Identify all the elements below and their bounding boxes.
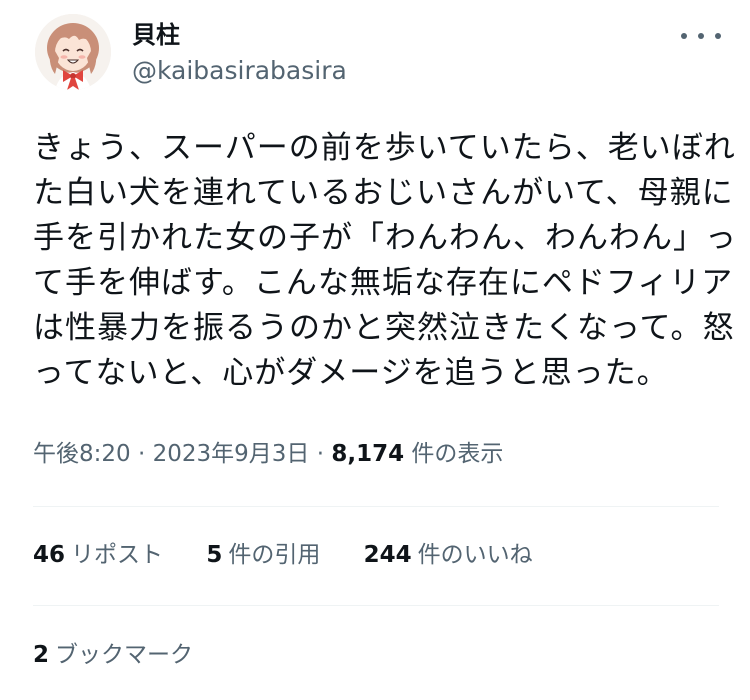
- dot: [698, 33, 704, 39]
- user-handle[interactable]: @kaibasirabasira: [132, 56, 347, 86]
- meta-separator: ·: [316, 441, 325, 467]
- divider: [33, 506, 719, 507]
- user-meta: 貝柱 @kaibasirabasira: [132, 20, 347, 86]
- tweet-text-line: は性暴力を振るうのかと突然泣きたくなって。怒: [33, 310, 735, 346]
- tweet-text: きょう、スーパーの前を歩いていたら、老いぼれ た白い犬を連れているおじいさんがい…: [33, 126, 737, 396]
- avatar[interactable]: [35, 14, 111, 90]
- views-label: 件の表示: [411, 441, 504, 467]
- quotes-count: 5: [206, 542, 223, 568]
- dot: [715, 33, 721, 39]
- tweet-date[interactable]: 2023年9月3日: [153, 441, 310, 467]
- divider: [33, 605, 719, 606]
- likes-count: 244: [363, 542, 412, 568]
- tweet-text-line: た白い犬を連れているおじいさんがいて、母親に: [33, 175, 734, 211]
- anime-girl-avatar-icon: [35, 14, 111, 90]
- views-count: 8,174: [331, 441, 405, 467]
- quotes-label: 件の引用: [228, 542, 321, 568]
- tweet-text-line: 手を引かれた女の子が「わんわん、わんわん」っ: [33, 220, 737, 256]
- tweet-text-line: きょう、スーパーの前を歩いていたら、老いぼれ: [33, 130, 736, 166]
- tweet-detail: 貝柱 @kaibasirabasira きょう、スーパーの前を歩いていたら、老い…: [0, 0, 750, 700]
- likes-stat[interactable]: 244 件のいいね: [364, 538, 533, 572]
- bookmarks-label: ブックマーク: [55, 642, 194, 668]
- more-dots-icon[interactable]: [681, 22, 721, 50]
- tweet-meta: 午後8:20 · 2023年9月3日 · 8,174 件の表示: [33, 438, 503, 470]
- tweet-text-line: て手を伸ばす。こんな無垢な存在にペドフィリア: [33, 265, 734, 301]
- tweet-time[interactable]: 午後8:20: [33, 441, 131, 467]
- meta-separator: ·: [137, 441, 146, 467]
- bookmarks-count: 2: [33, 642, 50, 668]
- display-name[interactable]: 貝柱: [132, 20, 347, 50]
- bookmarks-stat[interactable]: 2 ブックマーク: [33, 638, 193, 672]
- likes-label: 件のいいね: [417, 542, 533, 568]
- reposts-count: 46: [33, 542, 66, 568]
- quotes-stat[interactable]: 5 件の引用: [206, 538, 320, 572]
- tweet-text-line: ってないと、心がダメージを追うと思った。: [33, 355, 669, 391]
- dot: [681, 33, 687, 39]
- reposts-label: リポスト: [71, 542, 164, 568]
- engagement-stats: 46 リポスト 5 件の引用 244 件のいいね: [33, 538, 569, 572]
- tweet-header: 貝柱 @kaibasirabasira: [35, 14, 725, 94]
- reposts-stat[interactable]: 46 リポスト: [33, 538, 163, 572]
